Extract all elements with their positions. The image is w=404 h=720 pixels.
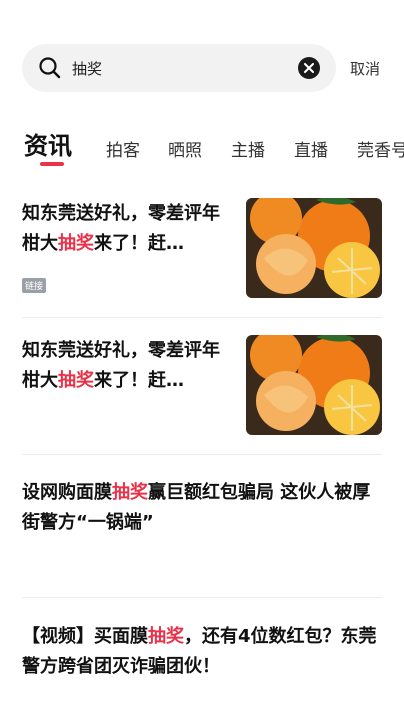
tab-guanxiang[interactable]: 莞香号 bbox=[357, 136, 404, 161]
orange-image bbox=[246, 335, 382, 435]
tab-paike[interactable]: 拍客 bbox=[106, 136, 140, 161]
tab-photos[interactable]: 晒照 bbox=[168, 136, 202, 161]
tab-news[interactable]: 资讯 bbox=[24, 126, 72, 161]
article-thumbnail bbox=[246, 198, 382, 298]
search-input[interactable]: 抽奖 bbox=[72, 58, 102, 79]
close-icon bbox=[304, 63, 314, 73]
clear-search-button[interactable] bbox=[298, 57, 320, 79]
tab-anchors[interactable]: 主播 bbox=[231, 136, 265, 161]
article-item[interactable]: 【视频】买面膜抽奖，还有4位数红包？东莞警方跨省团灭诈骗团伙！ bbox=[22, 622, 382, 702]
link-badge: 链接 bbox=[22, 278, 47, 293]
search-bar[interactable]: 抽奖 bbox=[22, 44, 336, 92]
tab-live[interactable]: 直播 bbox=[294, 136, 328, 161]
article-item[interactable]: 设网购面膜抽奖赢巨额红包骗局 这伙人被厚街警方“一锅端” bbox=[22, 478, 382, 598]
article-item[interactable]: 知东莞送好礼，零差评年柑大抽奖来了！赶… 链接 bbox=[22, 198, 382, 318]
article-title: 设网购面膜抽奖赢巨额红包骗局 这伙人被厚街警方“一锅端” bbox=[22, 482, 371, 533]
article-thumbnail bbox=[246, 335, 382, 435]
category-tabs: 资讯 拍客 晒照 主播 直播 莞香号 bbox=[0, 120, 404, 172]
active-tab-indicator bbox=[40, 162, 64, 166]
orange-image bbox=[246, 198, 382, 298]
article-title: 【视频】买面膜抽奖，还有4位数红包？东莞警方跨省团灭诈骗团伙！ bbox=[22, 626, 377, 677]
article-item[interactable]: 知东莞送好礼，零差评年柑大抽奖来了！赶… bbox=[22, 335, 382, 455]
article-title: 知东莞送好礼，零差评年柑大抽奖来了！赶… bbox=[22, 340, 220, 391]
article-title: 知东莞送好礼，零差评年柑大抽奖来了！赶… bbox=[22, 203, 220, 254]
cancel-button[interactable]: 取消 bbox=[350, 58, 380, 79]
search-results-page: 抽奖 取消 资讯 拍客 晒照 主播 直播 莞香号 知东莞送好礼，零差评年柑大抽奖… bbox=[0, 0, 404, 720]
search-icon bbox=[39, 57, 61, 79]
